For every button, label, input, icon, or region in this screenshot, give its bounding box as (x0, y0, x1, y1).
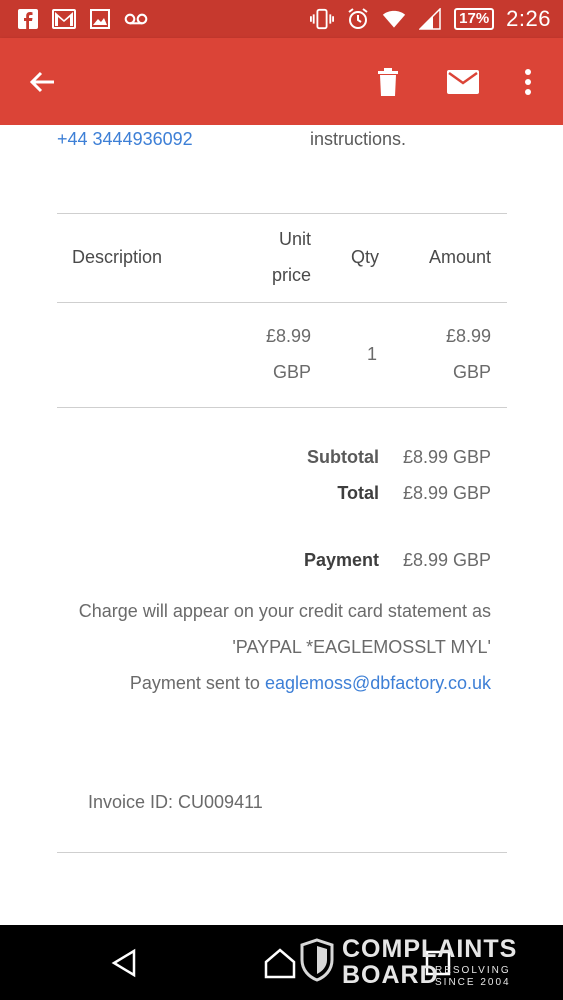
recipient-email-link[interactable]: eaglemoss@dbfactory.co.uk (265, 673, 491, 693)
alarm-icon (346, 7, 370, 31)
signal-icon (418, 7, 442, 31)
clock-time: 2:26 (506, 6, 551, 31)
header-description: Description (72, 247, 163, 267)
triangle-back-icon (111, 948, 136, 978)
table-header-divider (57, 302, 507, 303)
payment-sent-prefix: Payment sent to (129, 673, 260, 693)
email-body: +44 3444936092 instructions. Description… (0, 125, 563, 925)
delete-icon (378, 68, 398, 96)
delete-button[interactable] (366, 60, 410, 104)
watermark-tagline2: SINCE 2004 (435, 977, 511, 988)
header-amount: Amount (428, 247, 491, 267)
instructions-text: instructions. (310, 129, 407, 149)
navigation-bar: COMPLAINTS BOARD RESOLVING SINCE 2004 (0, 925, 563, 1000)
wifi-icon (382, 7, 406, 31)
qty-value: 1 (366, 344, 377, 364)
total-label: Total (337, 483, 379, 503)
total-value: £8.99 GBP (402, 483, 491, 503)
payment-value: £8.99 GBP (402, 550, 491, 570)
invoice-id: Invoice ID: CU009411 (88, 792, 263, 812)
voicemail-icon (124, 7, 148, 31)
battery-indicator: 17% (454, 8, 495, 30)
more-options-button[interactable] (506, 60, 550, 104)
statement-text: Charge will appear on your credit card s… (78, 601, 491, 621)
subtotal-label: Subtotal (307, 447, 379, 467)
app-bar (0, 38, 563, 125)
payment-sent-line: Payment sent to eaglemoss@dbfactory.co.u… (30, 665, 491, 701)
watermark-line2: BOARD (342, 961, 439, 989)
footer-divider (57, 852, 507, 853)
shield-logo-icon (300, 938, 334, 982)
table-bottom-divider (57, 407, 507, 408)
status-bar: 17% 2:26 (0, 0, 563, 38)
nav-back-button[interactable] (106, 945, 142, 981)
image-icon (88, 7, 112, 31)
home-icon (264, 948, 296, 979)
mark-unread-button[interactable] (441, 60, 485, 104)
table-top-divider (57, 213, 507, 214)
phone-link[interactable]: +44 3444936092 (57, 129, 193, 150)
header-unit-price-line2: price (271, 265, 311, 285)
back-arrow-icon (29, 71, 54, 93)
watermark-tagline1: RESOLVING (435, 965, 511, 976)
subtotal-value: £8.99 GBP (402, 447, 491, 467)
amount-currency: GBP (452, 362, 491, 382)
nav-home-button[interactable] (262, 945, 298, 981)
header-qty: Qty (350, 247, 379, 267)
back-button[interactable] (20, 60, 64, 104)
payment-label: Payment (303, 550, 379, 570)
more-vert-icon (525, 69, 531, 95)
unit-price-currency: GBP (272, 362, 311, 382)
watermark-line1: COMPLAINTS (342, 935, 518, 963)
gmail-icon (52, 7, 76, 31)
system-icons: 17% 2:26 (310, 6, 551, 32)
notification-icons (16, 7, 148, 31)
amount-value: £8.99 (445, 326, 491, 346)
statement-descriptor: 'PAYPAL *EAGLEMOSSLT MYL' (232, 637, 491, 657)
mark-unread-icon (447, 70, 479, 94)
facebook-icon (16, 7, 40, 31)
vibrate-icon (310, 7, 335, 31)
unit-price-value: £8.99 (265, 326, 311, 346)
header-unit-price-line1: Unit (278, 229, 311, 249)
complaints-board-watermark: COMPLAINTS BOARD RESOLVING SINCE 2004 (300, 935, 520, 991)
